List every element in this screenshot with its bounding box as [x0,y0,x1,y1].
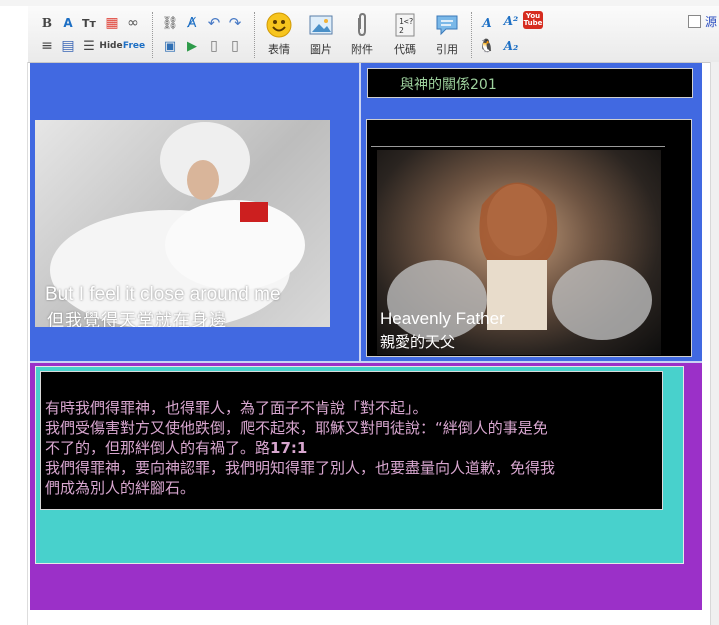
code-icon: 1<? 2 [392,12,418,38]
table-cell-left: But I feel it close around me 但我覺得天堂就在身邊 [30,63,359,361]
left-gutter [0,62,28,625]
toolbar-separator [152,12,154,58]
post-body-line: 們成為別人的絆腳石。 [45,479,196,497]
source-mode-checkbox[interactable] [688,15,701,28]
font-size-button[interactable]: Tт [80,14,98,32]
undo-button[interactable]: ↶ [205,14,223,32]
source-mode-label: 源 [705,15,718,29]
free-button[interactable]: Free [123,38,145,54]
code-button[interactable]: 1<? 2 代碼 [384,8,426,60]
scripture-reference: 17:1 [270,439,308,457]
post-title-box: 與神的關係201 [367,68,693,98]
hide-button[interactable]: Hide [99,38,122,54]
editor-scrollbar[interactable] [710,62,719,625]
table-button[interactable]: ▤ [59,37,77,55]
post-body-box: 有時我們得罪神，也得罪人，為了面子不肯說「對不起」。 我們受傷害對方又使他跌倒，… [40,371,663,510]
font-color-button[interactable]: A [59,14,77,32]
doc-button[interactable]: ▯ [226,37,244,55]
photo-top-rule [371,146,665,147]
unlink-button[interactable]: ⛓ [161,14,179,32]
toolbar-separator [471,12,473,58]
superscript-button[interactable]: A² [502,12,520,30]
post-body-line: 不了的，但那絆倒人的有禍了。路17:1 [45,439,308,457]
photo2-caption-zh: 親愛的天父 [380,333,456,351]
font-style-button[interactable]: A [478,14,496,32]
picture-icon [308,12,334,38]
post-content[interactable]: But I feel it close around me 但我覺得天堂就在身邊… [30,63,702,610]
svg-text:1<?: 1<? [399,17,414,26]
paperclip-icon [349,12,375,38]
redo-button[interactable]: ↷ [226,14,244,32]
photo1-caption-zh: 但我覺得天堂就在身邊 [47,311,227,327]
page-button[interactable]: ▯ [205,37,223,55]
toolbar-separator [254,12,256,58]
color-grid-button[interactable]: ▦ [103,14,121,32]
teal-frame: 有時我們得罪神，也得罪人，為了面子不肯說「對不起」。 我們受傷害對方又使他跌倒，… [35,366,684,564]
youtube-button[interactable]: You Tube [523,11,543,29]
photo2-caption-en: Heavenly Father [380,309,505,328]
subscript-button[interactable]: A₂ [502,37,520,55]
list-button[interactable]: ☰ [80,37,98,55]
clear-format-button[interactable]: A̸ [183,14,201,32]
image-button[interactable]: 圖片 [300,8,342,60]
penguin-icon: 🐧 [478,38,496,54]
angel-wings-photo-box: Heavenly Father 親愛的天父 [366,119,692,357]
smiley-icon [266,12,292,38]
speech-bubble-icon [434,12,460,38]
svg-text:2: 2 [399,26,404,35]
emoticon-button[interactable]: 表情 [258,8,300,60]
photo1-caption-en: But I feel it close around me [45,284,281,305]
qq-button[interactable]: 🐧 [478,37,496,55]
window-title: — — — — [452,0,507,4]
post-title: 與神的關係201 [400,77,497,93]
angel-cloud-photo: But I feel it close around me 但我覺得天堂就在身邊 [35,120,330,327]
align-left-button[interactable]: ≡ [38,37,56,55]
editor-toolbar: B A Tт ▦ ∞ ≡ ▤ ☰ Hide Free ⛓ A̸ ↶ ↷ ▣ ▶ … [28,6,719,63]
post-body-line: 我們得罪神，要向神認罪，我們明知得罪了別人，也要盡量向人道歉，免得我 [45,459,556,477]
post-body-line: 有時我們得罪神，也得罪人，為了面子不肯說「對不起」。 [45,399,428,417]
post-body-line: 我們受傷害對方又使他跌倒，爬不起來，耶穌又對門徒說：“絆倒人的事是免 [45,419,548,437]
table-cell-bottom: 有時我們得罪神，也得罪人，為了面子不肯說「對不起」。 我們受傷害對方又使他跌倒，… [30,363,702,610]
insert-flash-button[interactable]: ▣ [161,37,179,55]
quote-button[interactable]: 引用 [426,8,468,60]
link-button[interactable]: ∞ [124,14,142,32]
attach-button[interactable]: 附件 [341,8,383,60]
bold-button[interactable]: B [38,14,56,32]
insert-media-button[interactable]: ▶ [183,37,201,55]
table-cell-right: 與神的關係201 Heavenly Father 親愛的天父 [361,63,702,361]
